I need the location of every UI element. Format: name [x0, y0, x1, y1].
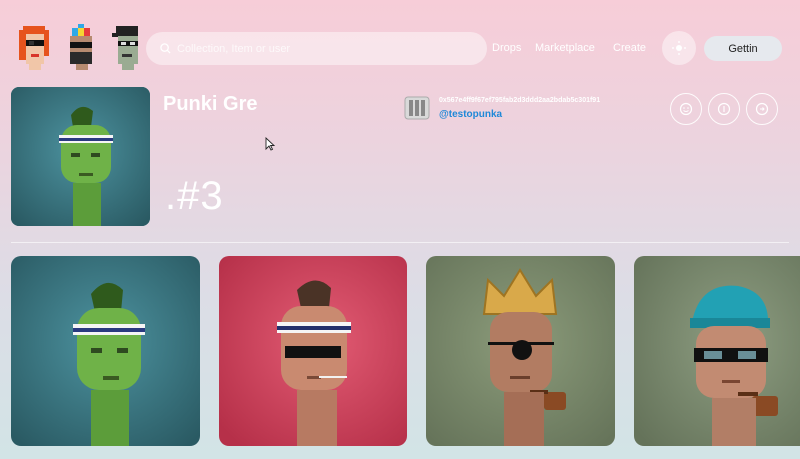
- search-icon: [160, 43, 171, 54]
- buy-button[interactable]: [708, 93, 740, 125]
- pink-punk-image: [219, 256, 407, 446]
- currency-icon: [717, 102, 731, 116]
- share-icon: [755, 102, 769, 116]
- green-punk-image: [11, 87, 150, 226]
- site-header: Drops Marketplace Create Gettin: [0, 0, 800, 82]
- nav-create[interactable]: Create: [613, 42, 646, 54]
- search-bar[interactable]: [146, 32, 487, 65]
- nft-image-main[interactable]: [11, 87, 150, 226]
- search-input[interactable]: [177, 42, 477, 55]
- punk-propeller-cap-icon[interactable]: [64, 24, 98, 70]
- green-punk-image: [11, 256, 200, 446]
- nav-marketplace[interactable]: Marketplace: [535, 42, 595, 54]
- smile-icon: [679, 102, 693, 116]
- get-started-button[interactable]: Gettin: [704, 36, 782, 61]
- nav-drops[interactable]: Drops: [492, 42, 521, 54]
- like-button[interactable]: [670, 93, 702, 125]
- sun-icon: [672, 41, 686, 55]
- gallery-card-3[interactable]: [426, 256, 615, 446]
- nft-token-number: .#3: [165, 174, 224, 218]
- owner-handle-link[interactable]: @testopunka: [439, 109, 502, 120]
- owner-address: 0x567e4ff9f67ef795fab2d3ddd2aa2bdab5c301…: [439, 97, 601, 104]
- punk-cap-glasses-icon[interactable]: [110, 24, 144, 70]
- theme-toggle-button[interactable]: [662, 31, 696, 65]
- share-button[interactable]: [746, 93, 778, 125]
- section-divider: [11, 242, 789, 243]
- gallery-card-4[interactable]: [634, 256, 800, 446]
- mouse-cursor-icon: [265, 137, 275, 151]
- crown-punk-image: [426, 256, 615, 446]
- beanie-punk-image: [634, 256, 800, 446]
- nft-title: Punki Gre: [163, 93, 258, 115]
- punk-red-hair-icon[interactable]: [17, 24, 51, 70]
- gallery-card-1[interactable]: [11, 256, 200, 446]
- owner-avatar-icon[interactable]: [404, 96, 430, 120]
- gallery-card-2[interactable]: [219, 256, 407, 446]
